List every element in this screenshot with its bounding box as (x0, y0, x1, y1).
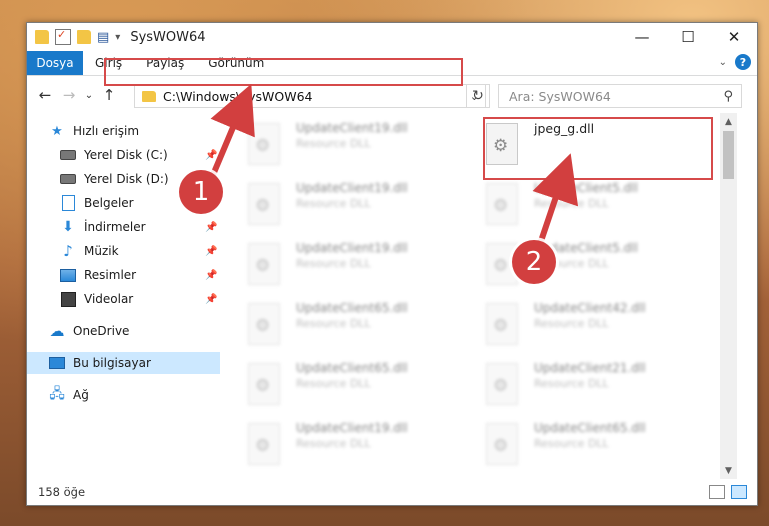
step-badge-1: 1 (179, 170, 223, 214)
arrow-to-address (207, 83, 255, 184)
step-badge-2: 2 (512, 240, 556, 284)
arrow-to-file (532, 153, 579, 251)
annotation-arrows (207, 83, 579, 251)
